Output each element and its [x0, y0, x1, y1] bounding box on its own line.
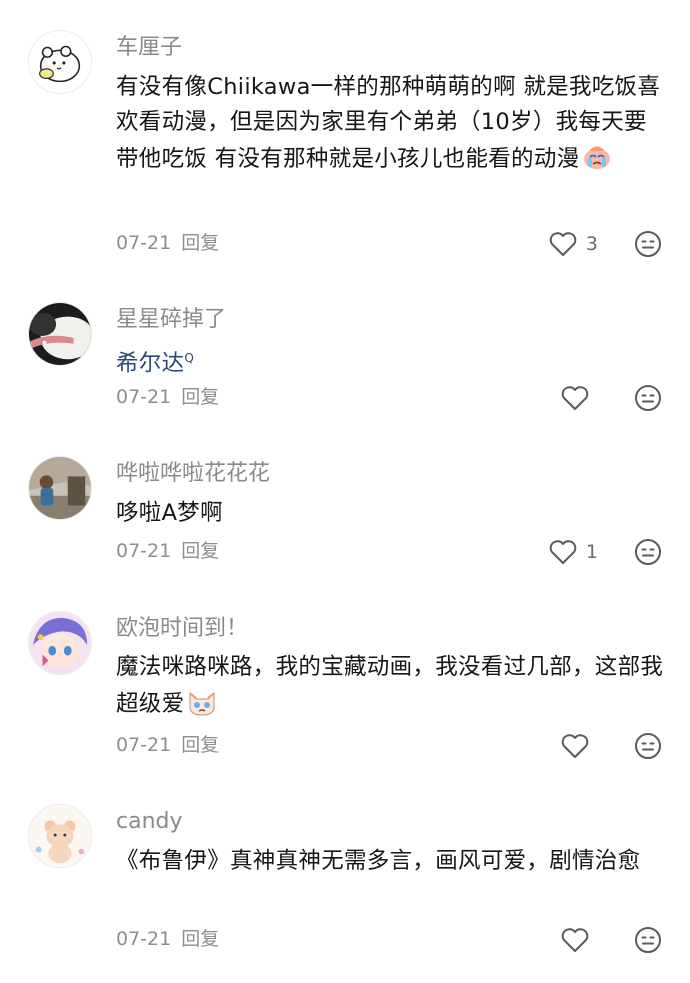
- comment-date: 07-21: [116, 232, 172, 254]
- neutral-face-icon: [635, 733, 661, 759]
- avatar[interactable]: [28, 456, 92, 520]
- reply-button[interactable]: 回复: [181, 928, 219, 950]
- comment-text: 《布鲁伊》真神真神无需多言，画风可爱，剧情治愈: [116, 844, 664, 879]
- comment-date: 07-21: [116, 928, 172, 950]
- comment-meta: 07-21 回复: [116, 384, 219, 410]
- anime-girl-avatar-icon: [29, 612, 91, 674]
- neutral-face-icon: [635, 927, 661, 953]
- comment-text: 希尔达Q: [116, 341, 664, 382]
- like-count: 1: [585, 541, 598, 563]
- comment-date: 07-21: [116, 386, 172, 408]
- heart-outline-icon: [561, 928, 589, 952]
- neutral-face-icon: [635, 539, 661, 565]
- dislike-button[interactable]: [634, 384, 662, 412]
- like-button[interactable]: [560, 732, 598, 760]
- dislike-button[interactable]: [634, 732, 662, 760]
- white-bear-avatar-icon: [29, 31, 91, 93]
- person-photo-avatar-icon: [29, 457, 91, 519]
- username[interactable]: 车厘子: [116, 34, 182, 62]
- username[interactable]: 哗啦哗啦花花花: [116, 460, 270, 488]
- neutral-face-icon: [635, 231, 661, 257]
- comment-meta: 07-21 回复: [116, 230, 219, 256]
- comment-meta: 07-21 回复: [116, 538, 219, 564]
- comment-text: 哆啦A梦啊: [116, 496, 664, 531]
- comment-date: 07-21: [116, 540, 172, 562]
- comment-date: 07-21: [116, 734, 172, 756]
- like-button[interactable]: 3: [548, 230, 598, 258]
- reply-button[interactable]: 回复: [181, 232, 219, 254]
- comment-meta: 07-21 回复: [116, 732, 219, 758]
- heart-outline-icon: [561, 386, 589, 410]
- username[interactable]: 星星碎掉了: [116, 306, 226, 334]
- comment-body: 《布鲁伊》真神真神无需多言，画风可爱，剧情治愈: [116, 848, 641, 874]
- like-button[interactable]: 1: [548, 538, 598, 566]
- username[interactable]: candy: [116, 808, 183, 836]
- avatar[interactable]: [28, 611, 92, 675]
- username[interactable]: 欧泡时间到！: [116, 615, 248, 643]
- avatar[interactable]: [28, 30, 92, 94]
- comment-body: 哆啦A梦啊: [116, 500, 223, 526]
- reply-button[interactable]: 回复: [181, 386, 219, 408]
- comment-body: 有没有像Chiikawa一样的那种萌萌的啊 就是我吃饭喜欢看动漫，但是因为家里有…: [116, 74, 661, 172]
- dislike-button[interactable]: [634, 230, 662, 258]
- pet-photo-avatar-icon: [29, 303, 91, 365]
- comment-meta: 07-21 回复: [116, 926, 219, 952]
- avatar[interactable]: [28, 804, 92, 868]
- heart-outline-icon: [549, 540, 577, 564]
- crying-face-emoji-icon: [581, 140, 613, 172]
- crying-cat-emoji-icon: [186, 685, 218, 717]
- avatar[interactable]: [28, 302, 92, 366]
- dislike-button[interactable]: [634, 538, 662, 566]
- reply-button[interactable]: 回复: [181, 734, 219, 756]
- comment-text: 魔法咪路咪路，我的宝藏动画，我没看过几部，这部我超级爱: [116, 650, 664, 722]
- bear-doll-avatar-icon: [29, 805, 91, 867]
- like-button[interactable]: [560, 384, 598, 412]
- dislike-button[interactable]: [634, 926, 662, 954]
- like-button[interactable]: [560, 926, 598, 954]
- neutral-face-icon: [635, 385, 661, 411]
- search-link-marker-icon: Q: [184, 351, 195, 365]
- heart-outline-icon: [549, 232, 577, 256]
- comment-text: 有没有像Chiikawa一样的那种萌萌的啊 就是我吃饭喜欢看动漫，但是因为家里有…: [116, 70, 664, 177]
- like-count: 3: [585, 233, 598, 255]
- heart-outline-icon: [561, 734, 589, 758]
- topic-link[interactable]: 希尔达: [116, 351, 184, 377]
- reply-button[interactable]: 回复: [181, 540, 219, 562]
